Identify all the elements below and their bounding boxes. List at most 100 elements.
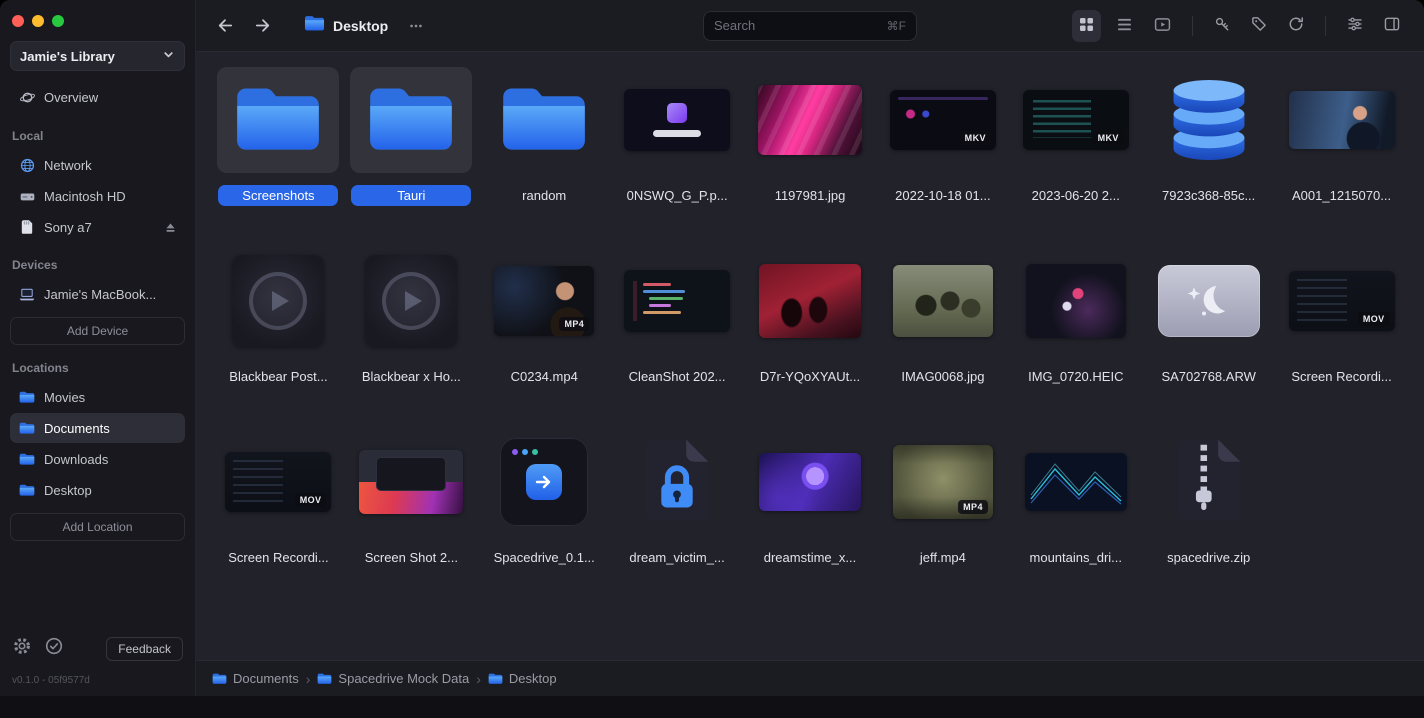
search-bar[interactable]: ⌘F [703, 10, 917, 41]
file-item[interactable]: MKV 2022-10-18 01... [876, 67, 1009, 248]
file-thumbnail: MKV [1015, 67, 1137, 173]
library-switcher[interactable]: Jamie's Library [10, 41, 185, 71]
file-item[interactable]: spacedrive.zip [1142, 429, 1275, 610]
sidebar-item-sony-a7[interactable]: Sony a7 [10, 212, 185, 242]
file-item[interactable]: 7923c368-85c... [1142, 67, 1275, 248]
breadcrumb-item-desktop[interactable]: Desktop [488, 671, 557, 686]
display-options-button[interactable] [1341, 10, 1369, 41]
sidebar: Jamie's Library Overview Local Network Mac… [0, 0, 196, 696]
media-view-button[interactable] [1148, 10, 1177, 42]
file-thumbnail [616, 67, 738, 173]
file-item[interactable]: Spacedrive_0.1... [478, 429, 611, 610]
image-thumbnail [624, 89, 731, 151]
video-thumbnail: MKV [1022, 90, 1129, 150]
add-location-button[interactable]: Add Location [10, 513, 185, 541]
maximize-window-button[interactable] [52, 15, 64, 27]
image-thumbnail [892, 265, 993, 337]
file-thumbnail [217, 67, 340, 173]
file-item[interactable]: MOV Screen Recordi... [212, 429, 345, 610]
eject-icon[interactable] [164, 221, 177, 234]
sidebar-item-label: Sony a7 [44, 219, 92, 235]
breadcrumb-item-spacedrive-mock-data[interactable]: Spacedrive Mock Data [317, 671, 469, 686]
file-item[interactable]: dreamstime_x... [744, 429, 877, 610]
file-item[interactable]: Screen Shot 2... [345, 429, 478, 610]
installer-thumbnail [500, 438, 589, 526]
file-thumbnail: MOV [1281, 248, 1403, 354]
file-thumbnail [483, 429, 605, 535]
breadcrumb-separator: › [476, 670, 481, 687]
breadcrumb-label: Spacedrive Mock Data [338, 671, 470, 686]
file-extension-badge: MOV [294, 493, 327, 507]
file-name: CleanShot 202... [628, 369, 726, 384]
file-thumbnail: MOV [217, 429, 339, 535]
file-name: IMG_0720.HEIC [1028, 369, 1124, 384]
more-options-icon[interactable] [404, 14, 428, 38]
sidebar-item-label: Jamie's MacBook... [44, 286, 157, 302]
inspector-toggle-button[interactable] [1378, 10, 1406, 41]
file-name: SA702768.ARW [1161, 369, 1256, 384]
file-item[interactable]: D7r-YQoXYAUt... [744, 248, 877, 429]
file-item[interactable]: 0NSWQ_G_P.p... [611, 67, 744, 248]
back-button[interactable] [210, 11, 239, 40]
file-item[interactable]: Blackbear x Ho... [345, 248, 478, 429]
sidebar-item-movies[interactable]: Movies [10, 382, 185, 412]
image-thumbnail [1025, 264, 1126, 338]
file-thumbnail [616, 248, 738, 354]
key-manager-button[interactable] [1208, 10, 1236, 41]
current-folder-title: Desktop [333, 17, 389, 34]
grid-view-button[interactable] [1072, 9, 1101, 42]
file-name: 2023-06-20 2... [1031, 188, 1120, 203]
file-item[interactable]: CleanShot 202... [611, 248, 744, 429]
database-icon [1164, 76, 1254, 165]
breadcrumb: Documents › Spacedrive Mock Data › Desktop [212, 671, 557, 687]
tag-button[interactable] [1245, 10, 1273, 41]
sidebar-item-downloads[interactable]: Downloads [10, 444, 185, 474]
check-circle-icon[interactable] [44, 636, 64, 661]
list-view-button[interactable] [1110, 10, 1139, 42]
file-name: Screen Shot 2... [364, 550, 458, 565]
file-item[interactable]: MKV 2023-06-20 2... [1009, 67, 1142, 248]
file-thumbnail [882, 248, 1004, 354]
file-item[interactable]: IMAG0068.jpg [876, 248, 1009, 429]
sidebar-item-jamie-s-macbook[interactable]: Jamie's MacBook... [10, 279, 185, 309]
video-thumbnail: MOV [1288, 271, 1395, 331]
encrypted-file-icon [643, 438, 711, 527]
forward-button[interactable] [249, 11, 278, 40]
sidebar-item-documents[interactable]: Documents [10, 413, 185, 443]
minimize-window-button[interactable] [32, 15, 44, 27]
sidebar-item-network[interactable]: Network [10, 150, 185, 180]
sidebar-item-label: Desktop [44, 482, 92, 498]
breadcrumb-item-documents[interactable]: Documents [212, 671, 299, 686]
close-window-button[interactable] [12, 15, 24, 27]
file-item[interactable]: 1197981.jpg [744, 67, 877, 248]
file-item[interactable]: MP4 C0234.mp4 [478, 248, 611, 429]
file-item[interactable]: MP4 jeff.mp4 [876, 429, 1009, 610]
folder-icon [18, 483, 36, 497]
file-item[interactable]: A001_1215070... [1275, 67, 1408, 248]
refresh-button[interactable] [1282, 10, 1310, 41]
app-window: Jamie's Library Overview Local Network Mac… [0, 0, 1424, 718]
add-device-button[interactable]: Add Device [10, 317, 185, 345]
feedback-button[interactable]: Feedback [106, 636, 183, 661]
file-item[interactable]: IMG_0720.HEIC [1009, 248, 1142, 429]
file-name: Screenshots [218, 185, 339, 206]
sidebar-item-desktop[interactable]: Desktop [10, 475, 185, 505]
file-name: dreamstime_x... [763, 550, 857, 565]
file-item[interactable]: Screenshots [212, 67, 345, 248]
file-item[interactable]: Blackbear Post... [212, 248, 345, 429]
file-item[interactable]: mountains_dri... [1009, 429, 1142, 610]
file-thumbnail [350, 248, 472, 354]
search-input[interactable] [714, 18, 887, 33]
sliders-icon [1346, 15, 1364, 36]
sidebar-item-overview[interactable]: Overview [10, 82, 185, 112]
file-item[interactable]: MOV Screen Recordi... [1275, 248, 1408, 429]
file-item[interactable]: Tauri [345, 67, 478, 248]
file-name: spacedrive.zip [1167, 550, 1251, 565]
file-item[interactable]: random [478, 67, 611, 248]
file-item[interactable]: SA702768.ARW [1142, 248, 1275, 429]
settings-gear-icon[interactable] [12, 636, 32, 661]
file-item[interactable]: dream_victim_... [611, 429, 744, 610]
panel-toggle-icon [1383, 15, 1401, 36]
key-icon [1213, 15, 1231, 36]
sidebar-item-macintosh-hd[interactable]: Macintosh HD [10, 181, 185, 211]
